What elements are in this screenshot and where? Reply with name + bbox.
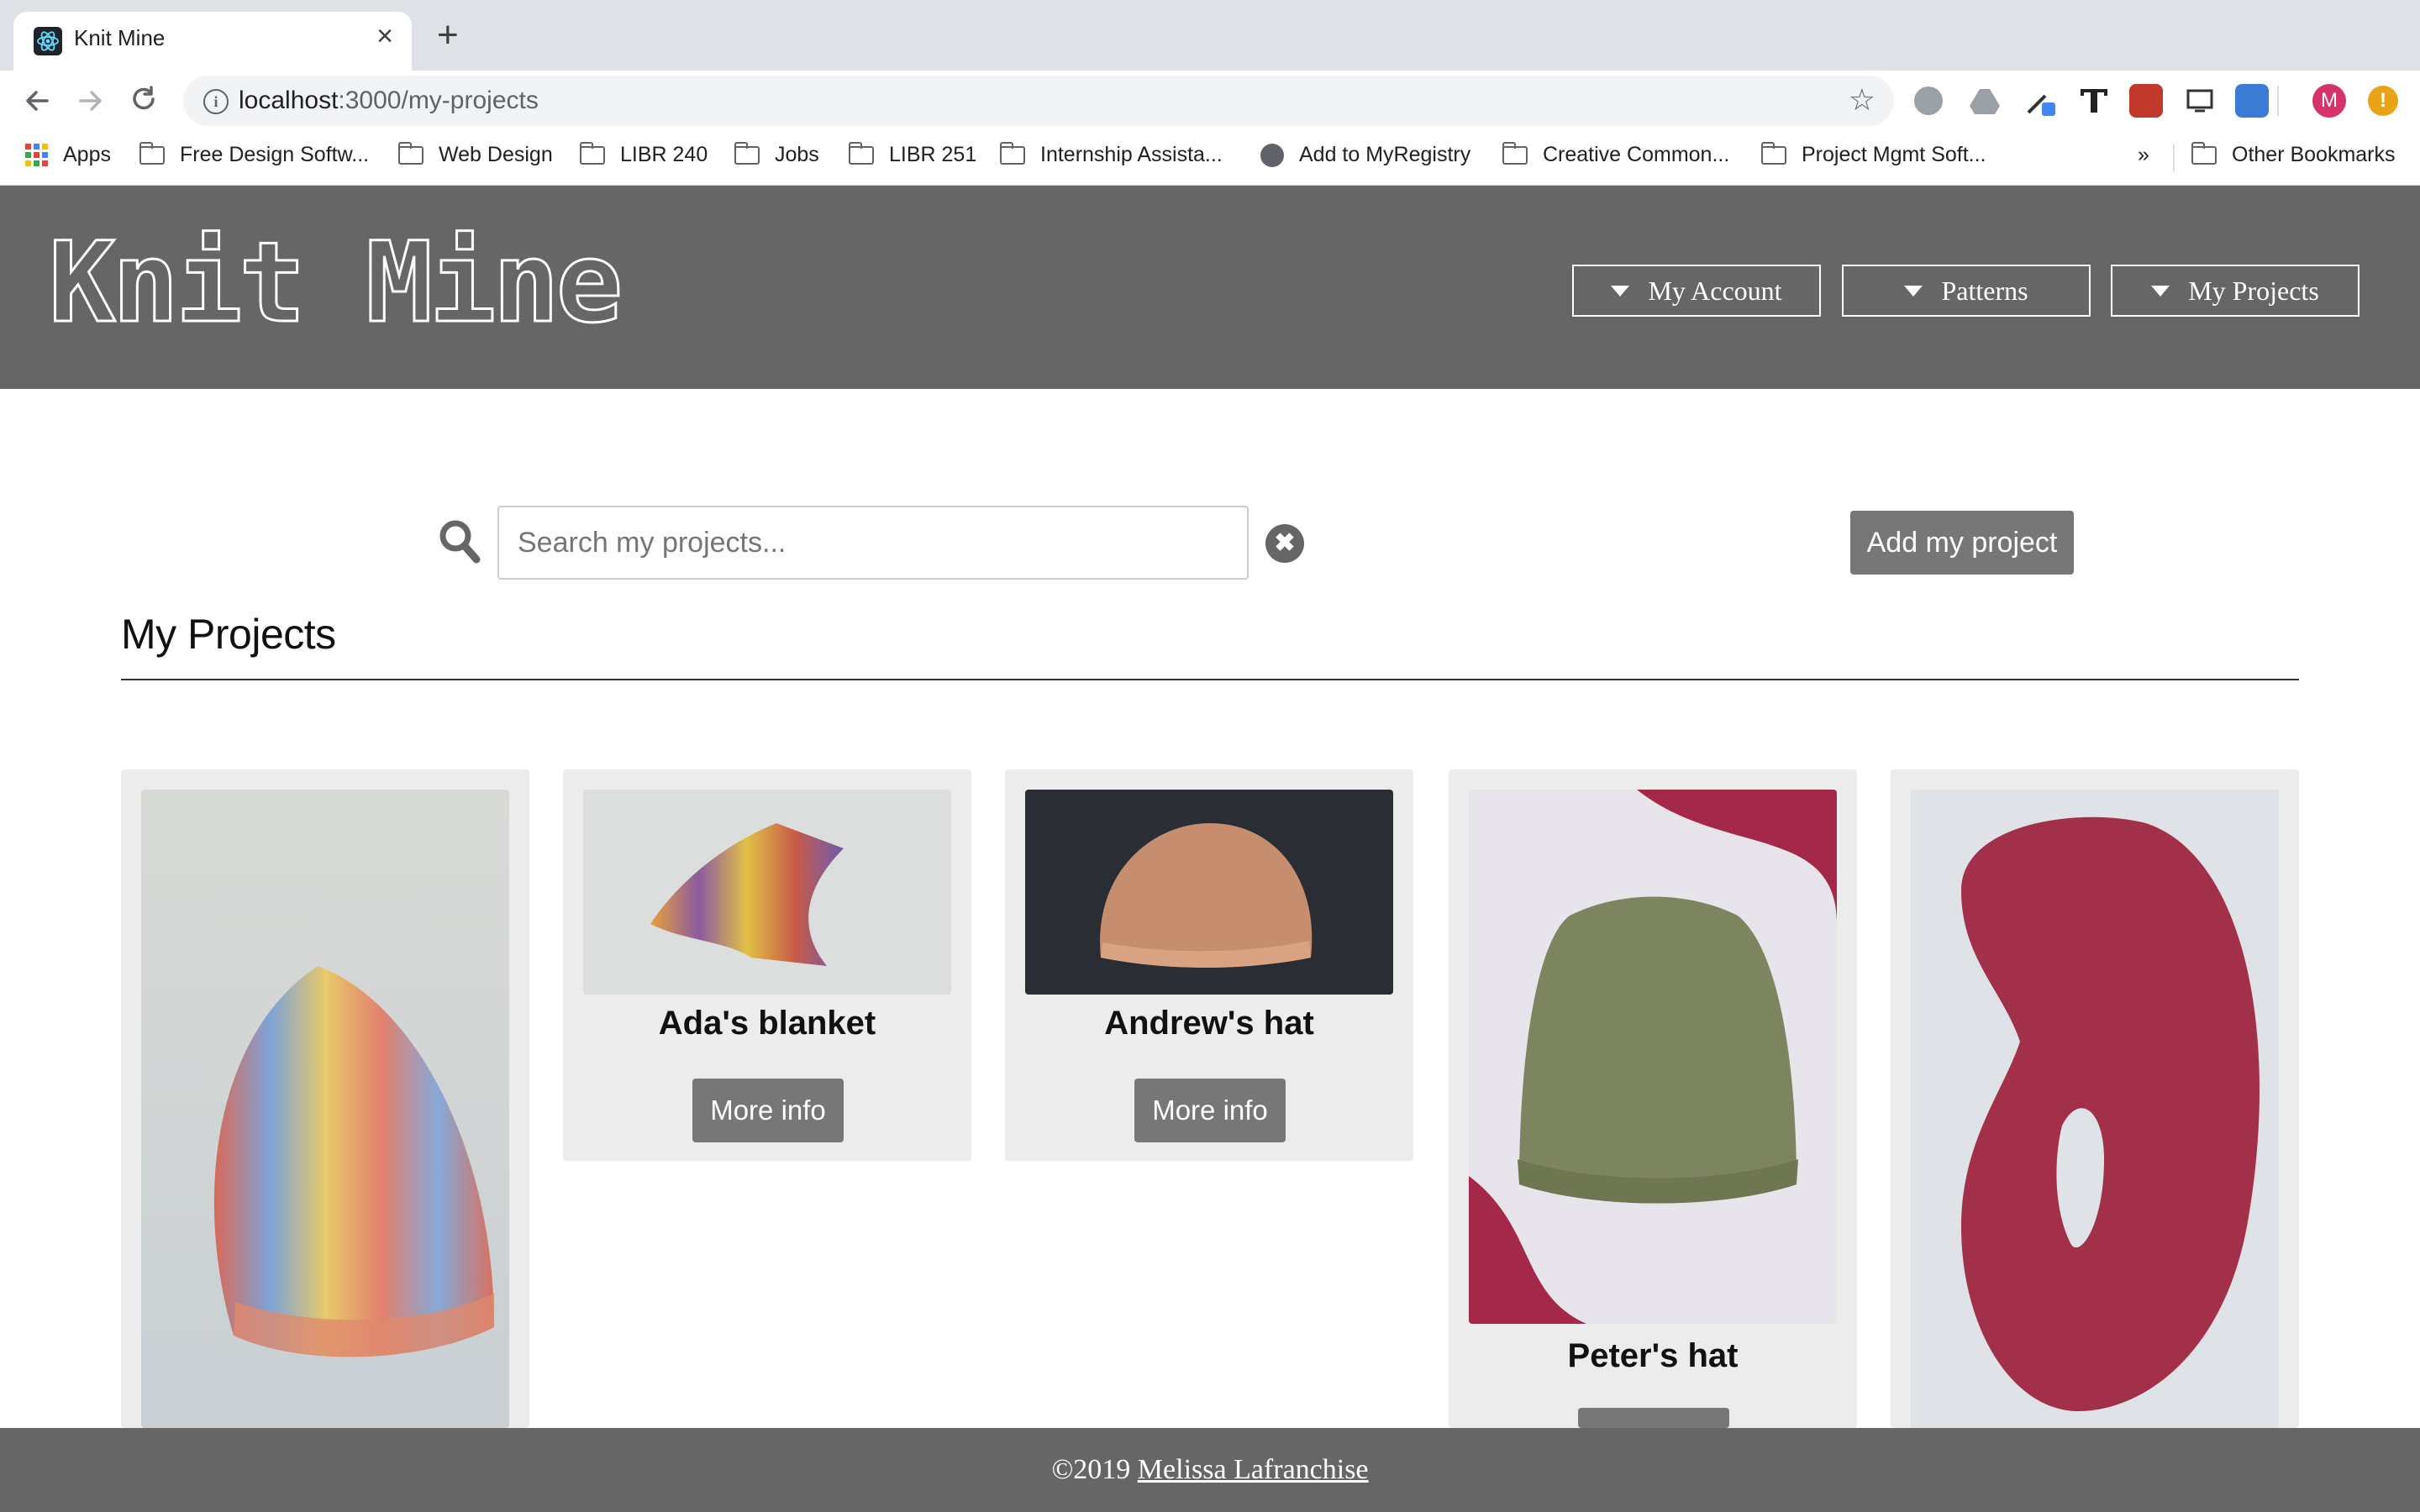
folder-icon [848,141,874,165]
bookmark-folder[interactable]: Creative Common... [1502,141,1729,167]
react-favicon-icon [34,27,62,55]
project-image[interactable] [141,790,509,1428]
bookmark-folder[interactable]: LIBR 240 [579,141,708,167]
forward-arrow-icon[interactable] [72,82,109,119]
site-footer: ©2019 Melissa Lafranchise [0,1428,2420,1512]
search-input[interactable] [497,506,1249,580]
profile-avatar[interactable]: M [2312,84,2346,118]
project-image[interactable] [1911,790,2279,1428]
caret-down-icon [1904,285,1923,297]
cast-extension-icon[interactable] [2183,84,2217,118]
url-text: localhost:3000/my-projects [239,87,539,114]
bookmarks-bar: Apps Free Design Softw... Web Design LIB… [0,131,2420,186]
other-bookmarks[interactable]: Other Bookmarks [2191,141,2396,167]
more-info-button[interactable] [1578,1408,1729,1428]
project-name: Andrew's hat [1104,1005,1314,1042]
tab-close-icon[interactable]: × [376,22,393,50]
more-info-button[interactable]: More info [1134,1079,1286,1142]
project-card [1891,769,2299,1428]
caret-down-icon [2151,285,2170,297]
add-project-button[interactable]: Add my project [1850,511,2074,575]
project-image[interactable] [583,790,951,995]
download-extension-icon[interactable] [2235,84,2269,118]
project-image[interactable] [1025,790,1393,995]
reload-icon[interactable] [126,82,163,119]
project-card: Andrew's hat More info [1005,769,1413,1161]
bookmark-folder[interactable]: Jobs [734,141,819,167]
globe-icon [1260,143,1284,167]
bookmark-folder[interactable]: Internship Assista... [999,141,1223,167]
tab-title: Knit Mine [74,25,166,50]
browser-tab-strip: Knit Mine × + [0,0,2420,71]
folder-icon [579,141,605,165]
project-name: Peter's hat [1567,1337,1739,1374]
nav-my-account[interactable]: My Account [1572,265,1821,317]
bookmark-star-icon[interactable]: ☆ [1849,82,1876,118]
folder-icon [1760,141,1786,165]
paint-extension-icon[interactable] [2129,84,2163,118]
bookmark-folder[interactable]: Web Design [397,141,553,167]
drive-extension-icon[interactable] [1968,84,2002,118]
bookmark-apps[interactable]: Apps [25,143,111,167]
bookmark-link[interactable]: Add to MyRegistry [1260,143,1470,167]
folder-icon [734,141,760,165]
settings-gear-extension-icon[interactable] [1914,87,1943,115]
project-card: Peter's hat [1449,769,1857,1428]
nav-my-projects[interactable]: My Projects [2111,265,2360,317]
back-arrow-icon[interactable] [18,82,55,119]
browser-tab[interactable]: Knit Mine × [13,12,412,71]
bookmarks-overflow-icon[interactable]: » [2138,143,2149,167]
nav-patterns[interactable]: Patterns [1842,265,2091,317]
bookmark-folder[interactable]: LIBR 251 [848,141,976,167]
site-logo[interactable]: Knit Mine [47,221,623,345]
address-bar[interactable]: i localhost:3000/my-projects ☆ [183,76,1894,126]
project-name: Ada's blanket [658,1005,876,1042]
title-divider [121,679,2299,680]
site-header: Knit Mine My Account Patterns My Project… [0,186,2420,389]
clear-search-icon[interactable]: ✖ [1265,524,1304,563]
eyedropper-extension-icon[interactable] [2023,84,2057,118]
search-icon [439,520,481,564]
project-card [121,769,529,1428]
copyright-text: ©2019 [1051,1454,1131,1485]
bookmark-folder[interactable]: Project Mgmt Soft... [1760,141,1986,167]
browser-toolbar: i localhost:3000/my-projects ☆ M ! [0,71,2420,131]
caret-down-icon [1611,285,1630,297]
update-alert-icon[interactable]: ! [2368,86,2398,116]
folder-icon [999,141,1025,165]
site-info-icon[interactable]: i [203,89,229,114]
page-title: My Projects [121,611,336,658]
folder-icon [1502,141,1528,165]
more-info-button[interactable]: More info [692,1079,844,1142]
toolbar-separator [2277,86,2279,116]
bookmarks-separator [2173,144,2175,171]
folder-icon [139,141,165,165]
apps-grid-icon [25,144,48,166]
project-image[interactable] [1469,790,1837,1324]
new-tab-icon[interactable]: + [437,17,459,54]
project-card: Ada's blanket More info [563,769,971,1161]
folder-icon [2191,141,2217,165]
text-extension-icon[interactable] [2077,84,2111,118]
author-link[interactable]: Melissa Lafranchise [1138,1454,1369,1485]
bookmark-folder[interactable]: Free Design Softw... [139,141,369,167]
folder-icon [397,141,424,165]
